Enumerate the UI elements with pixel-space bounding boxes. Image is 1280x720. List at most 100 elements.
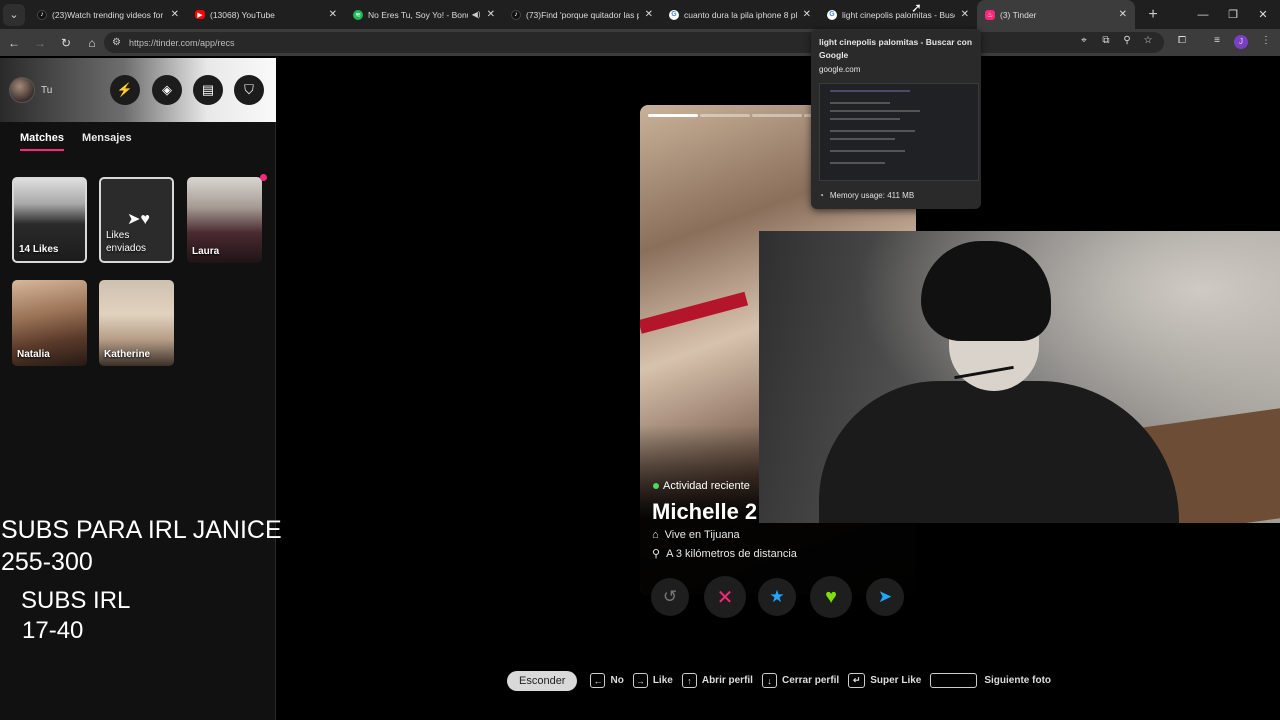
overlay-subs-range: 255-300 xyxy=(1,548,93,576)
browser-menu-icon[interactable]: ⋮ xyxy=(1258,35,1274,49)
tab-mensajes[interactable]: Mensajes xyxy=(82,132,132,151)
browser-tab[interactable]: G cuanto dura la pila iphone 8 pl ✕ xyxy=(661,0,819,29)
rewind-icon: ↺ xyxy=(662,587,678,606)
tab-search-button[interactable]: ⌄ xyxy=(3,3,25,26)
sidebar-tabs: Matches Mensajes xyxy=(20,132,132,151)
match-name: Katherine xyxy=(104,349,151,360)
work-button[interactable]: ▤ xyxy=(193,75,223,105)
likes-card[interactable]: 14 Likes xyxy=(12,177,87,263)
close-icon[interactable]: ✕ xyxy=(171,9,179,20)
install-app-icon[interactable]: ⧉ xyxy=(1098,35,1114,49)
user-avatar[interactable] xyxy=(9,77,35,103)
address-bar[interactable]: ⚙ https://tinder.com/app/recs xyxy=(104,32,1164,53)
hover-card-memory: ◔ Memory usage: 411 MB xyxy=(819,190,915,200)
send-icon: ➤ xyxy=(877,587,893,606)
close-icon[interactable]: ✕ xyxy=(487,9,495,20)
spotify-icon: ≋ xyxy=(353,9,363,20)
minimize-button[interactable]: — xyxy=(1188,0,1218,29)
tiktok-icon: ♪ xyxy=(37,9,47,20)
restore-button[interactable]: ❐ xyxy=(1218,0,1248,29)
hover-card-title: light cinepolis palomitas - Buscar con G… xyxy=(819,37,973,60)
media-control-icon[interactable]: ≡ xyxy=(1209,35,1225,49)
likes-count: 14 Likes xyxy=(19,244,59,255)
close-icon[interactable]: ✕ xyxy=(329,9,337,20)
location-pin-icon: ⚲ xyxy=(652,548,661,560)
shortcut-like: → Like xyxy=(632,673,673,688)
hover-card-host: google.com xyxy=(819,65,861,74)
arrow-down-key-icon: ↓ xyxy=(761,673,777,688)
close-icon[interactable]: ✕ xyxy=(803,9,811,20)
match-card[interactable]: Natalia xyxy=(12,280,87,366)
shield-icon: ⛉ xyxy=(244,82,254,97)
memory-icon: ◔ xyxy=(819,190,824,200)
like-button[interactable]: ♥ xyxy=(810,576,852,618)
browser-tab[interactable]: G light cinepolis palomitas - Busc ✕ xyxy=(819,0,977,29)
shortcut-next-photo: Siguiente foto xyxy=(930,673,1051,688)
forward-button[interactable]: → xyxy=(28,31,52,55)
photo-progress-segment xyxy=(700,114,750,117)
briefcase-icon: ▤ xyxy=(201,82,215,97)
zoom-icon[interactable]: ⚲ xyxy=(1119,35,1135,49)
boost-button[interactable]: ⚡ xyxy=(110,75,140,105)
webcam-overlay xyxy=(759,231,1280,523)
profile-distance: ⚲ A 3 kilómetros de distancia xyxy=(652,547,797,561)
match-card[interactable]: Katherine xyxy=(99,280,174,366)
tinder-icon: ♨ xyxy=(985,9,995,20)
keyboard-shortcuts-bar: Esconder ← No → Like ↑ Abrir perfil ↓ Cerrar… xyxy=(507,670,1060,691)
boost-send-button[interactable]: ➤ xyxy=(866,578,904,616)
speaker-icon[interactable]: ◀) xyxy=(472,10,481,19)
x-icon: ✕ xyxy=(716,586,734,609)
reload-button[interactable]: ↻ xyxy=(54,31,78,55)
profile-avatar[interactable]: J xyxy=(1234,35,1248,49)
window-close-button[interactable]: ✕ xyxy=(1248,0,1278,29)
online-dot-icon xyxy=(653,483,659,489)
profile-photo-detail xyxy=(640,291,749,334)
browser-tab[interactable]: ♪ (73)Find 'porque quitador las p ✕ xyxy=(503,0,661,29)
shortcut-no: ← No xyxy=(590,673,624,688)
close-icon[interactable]: ✕ xyxy=(961,9,969,20)
shortcut-super-like: ↵ Super Like xyxy=(848,673,921,688)
lightning-icon: ⚡ xyxy=(116,82,134,97)
likes-sent-label: Likes enviados xyxy=(106,230,147,254)
nope-button[interactable]: ✕ xyxy=(704,576,746,618)
match-card[interactable]: Laura xyxy=(187,177,262,263)
webcam-person-hair xyxy=(921,241,1051,341)
home-button[interactable]: ⌂ xyxy=(80,31,104,55)
new-tab-button[interactable]: + xyxy=(1143,6,1163,24)
super-like-button[interactable]: ★ xyxy=(758,578,796,616)
profile-residence: ⌂ Vive en Tijuana xyxy=(652,529,740,541)
overlay-subs-irl: SUBS IRL xyxy=(21,587,131,614)
explore-button[interactable]: ◈ xyxy=(152,75,182,105)
location-icon[interactable]: ⌖ xyxy=(1076,35,1092,49)
rewind-button[interactable]: ↺ xyxy=(651,578,689,616)
hover-card-preview xyxy=(819,83,979,181)
bookmark-star-icon[interactable]: ☆ xyxy=(1140,35,1156,49)
site-info-icon[interactable]: ⚙ xyxy=(112,37,121,48)
safety-button[interactable]: ⛉ xyxy=(234,75,264,105)
browser-tab[interactable]: ≋ No Eres Tu, Soy Yo! - Bonu ◀) ✕ xyxy=(345,0,503,29)
enter-key-icon: ↵ xyxy=(848,673,866,688)
extensions-icon[interactable]: ⧠ xyxy=(1174,35,1190,49)
match-name: Natalia xyxy=(17,349,50,360)
browser-tab[interactable]: ♪ (23)Watch trending videos for y ✕ xyxy=(29,0,187,29)
hide-shortcuts-button[interactable]: Esconder xyxy=(507,670,578,691)
google-icon: G xyxy=(669,9,679,20)
overlay-subs-text: SUBS PARA IRL JANICE xyxy=(1,516,282,544)
browser-tab-bar: ⌄ ♪ (23)Watch trending videos for y ✕ ▶ … xyxy=(0,0,1280,29)
user-name[interactable]: Tu xyxy=(41,85,52,96)
new-match-indicator xyxy=(260,174,267,181)
close-icon[interactable]: ✕ xyxy=(645,9,653,20)
browser-tab-active[interactable]: ♨ (3) Tinder ✕ xyxy=(977,0,1135,29)
tab-matches[interactable]: Matches xyxy=(20,132,65,151)
url-text: https://tinder.com/app/recs xyxy=(128,37,235,48)
arrow-left-key-icon: ← xyxy=(590,673,606,688)
profile-name[interactable]: Michelle 2 xyxy=(652,499,757,525)
shortcut-open-profile: ↑ Abrir perfil xyxy=(681,673,753,688)
sent-heart-icon: ➤♥ xyxy=(127,211,150,228)
back-button[interactable]: ← xyxy=(2,31,26,55)
close-icon[interactable]: ✕ xyxy=(1119,9,1127,20)
space-key-icon xyxy=(930,673,978,688)
likes-sent-card[interactable]: ➤♥ Likes enviados xyxy=(99,177,174,263)
arrow-right-key-icon: → xyxy=(632,673,648,688)
browser-tab[interactable]: ▶ (13068) YouTube ✕ xyxy=(187,0,345,29)
